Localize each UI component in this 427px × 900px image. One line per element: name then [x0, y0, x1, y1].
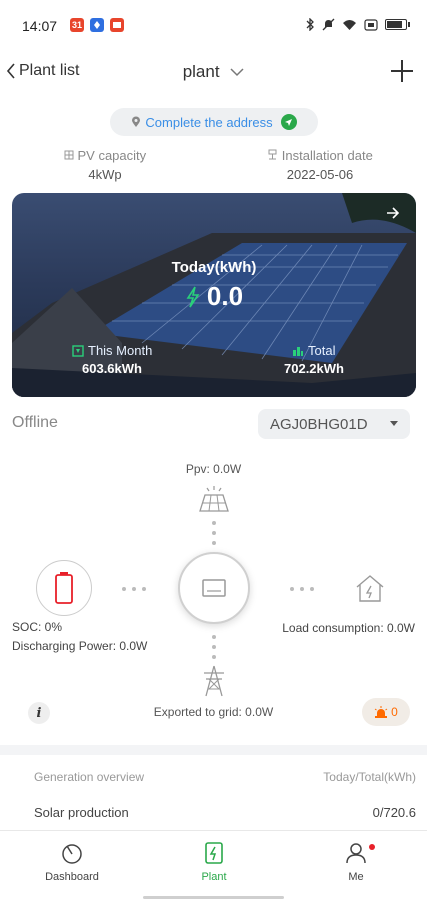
load-consumption-label: Load consumption: 0.0W: [282, 621, 415, 635]
pv-capacity: PV capacity 4kWp: [60, 148, 150, 182]
nav-dashboard[interactable]: Dashboard: [27, 841, 117, 883]
grid-flow-dots: [212, 635, 216, 659]
install-date-label-row: Installation date: [260, 148, 380, 163]
caret-down-icon: [390, 421, 398, 426]
unread-dot: [369, 844, 375, 850]
status-icons: [305, 18, 410, 31]
app-notif-icon: [90, 18, 104, 32]
month-label: This Month: [88, 343, 153, 358]
grid-tower-icon[interactable]: [202, 665, 226, 697]
add-plant-button[interactable]: [389, 58, 415, 84]
complete-address-button[interactable]: Complete the address: [110, 108, 318, 136]
generation-overview-unit: Today/Total(kWh): [323, 770, 416, 784]
today-label: Today(kWh): [171, 259, 257, 276]
pv-capacity-label-row: PV capacity: [60, 148, 150, 163]
nav-plant[interactable]: Plant: [169, 841, 259, 883]
page-title: plant: [182, 62, 220, 81]
ppv-label: Ppv: 0.0W: [185, 462, 242, 476]
energy-flow-diagram: Ppv: 0.0W SOC: 0% Discharging Power: 0.0…: [0, 455, 427, 735]
alarm-button[interactable]: 0: [362, 698, 410, 726]
total-value: 702.2kWh: [284, 361, 344, 376]
installation-date: Installation date 2022-05-06: [260, 148, 380, 182]
nav-plant-label: Plant: [201, 871, 227, 883]
panel-icon: [64, 150, 74, 160]
arrow-right-icon[interactable]: [386, 207, 400, 219]
dashboard-icon: [62, 844, 82, 864]
mute-icon: [322, 18, 335, 31]
load-flow-dots: [290, 587, 314, 591]
header: Plant list plant: [0, 52, 427, 94]
solar-flow-dots: [212, 521, 216, 545]
energy-summary-card[interactable]: Today(kWh) 0.0 This Month 603.6kWh Total…: [12, 193, 416, 397]
inverter-icon: [202, 579, 226, 597]
chevron-down-icon: [230, 68, 244, 77]
navigate-icon: [280, 114, 297, 130]
wifi-icon: [343, 19, 356, 30]
device-serial: AGJ0BHG01D: [270, 415, 368, 433]
alarm-light-icon: [374, 706, 388, 718]
pv-capacity-label: PV capacity: [77, 148, 147, 163]
generation-overview-label: Generation overview: [34, 770, 145, 784]
generation-overview-header: Generation overview Today/Total(kWh): [34, 770, 416, 784]
status-bar: 14:07 31: [0, 0, 427, 52]
bottom-nav: Dashboard Plant Me: [0, 830, 427, 900]
battery-icon: [385, 19, 410, 30]
today-value: 0.0: [206, 281, 244, 311]
battery-flow-dots: [122, 587, 146, 591]
total-label: Total: [308, 343, 336, 358]
user-icon: [346, 843, 366, 864]
home-indicator[interactable]: [143, 896, 284, 899]
device-selector[interactable]: AGJ0BHG01D: [258, 409, 410, 439]
dual-sim-icon: [364, 18, 378, 31]
section-divider: [0, 745, 427, 755]
lightning-icon: [186, 286, 200, 307]
battery-node[interactable]: [36, 560, 92, 616]
plant-icon: [205, 842, 223, 864]
address-text: Complete the address: [145, 114, 273, 130]
inverter-node[interactable]: [178, 552, 250, 624]
month-label-row: This Month: [72, 343, 152, 358]
total-icon: [293, 346, 303, 356]
home-load-icon[interactable]: [354, 573, 386, 603]
location-pin-icon: [132, 116, 141, 127]
total-label-row: Total: [292, 343, 335, 358]
discharging-power-label: Discharging Power: 0.0W: [12, 639, 148, 653]
month-value: 603.6kWh: [82, 361, 142, 376]
install-date-label: Installation date: [281, 148, 373, 163]
tools-icon: [268, 149, 277, 160]
month-icon: [72, 344, 84, 357]
mail-notif-icon: [110, 18, 124, 32]
solar-production-label: Solar production: [34, 805, 129, 820]
status-time: 14:07: [22, 18, 58, 34]
battery-low-icon: [55, 572, 73, 604]
device-status: Offline: [12, 414, 58, 431]
alarm-count: 0: [391, 705, 398, 719]
plant-info-row: PV capacity 4kWp Installation date 2022-…: [0, 148, 427, 188]
bluetooth-icon: [306, 18, 314, 31]
soc-label: SOC: 0%: [12, 620, 63, 634]
nav-me[interactable]: Me: [311, 841, 401, 883]
today-value-row: 0.0: [12, 281, 416, 312]
nav-dashboard-label: Dashboard: [45, 871, 99, 883]
plant-selector[interactable]: plant: [0, 62, 427, 82]
install-date-value: 2022-05-06: [286, 167, 354, 182]
solar-production-row: Solar production 0/720.6: [34, 805, 416, 820]
nav-me-label: Me: [348, 871, 364, 883]
calendar-notif-icon: 31: [70, 18, 84, 32]
pv-capacity-value: 4kWp: [88, 167, 122, 182]
solar-production-value: 0/720.6: [372, 805, 416, 820]
solar-panel-icon: [199, 486, 229, 512]
